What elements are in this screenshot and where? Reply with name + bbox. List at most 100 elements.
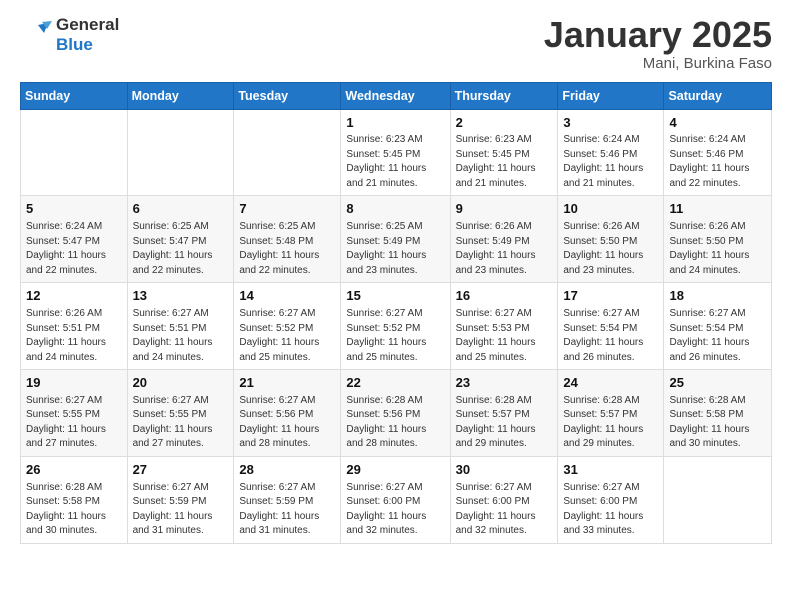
- week-row-3: 12 Sunrise: 6:26 AM Sunset: 5:51 PM Dayli…: [21, 283, 772, 370]
- day-number: 16: [456, 287, 553, 306]
- day-cell: 25Sunrise: 6:28 AM Sunset: 5:58 PM Dayli…: [664, 370, 772, 457]
- day-number: 28: [239, 461, 335, 480]
- logo: General Blue: [20, 15, 119, 54]
- day-info: Sunrise: 6:27 AM Sunset: 5:55 PM Dayligh…: [26, 395, 106, 450]
- day-number: 30: [456, 461, 553, 480]
- day-cell: 5Sunrise: 6:24 AM Sunset: 5:47 PM Daylig…: [21, 196, 128, 283]
- day-cell: 8 Sunrise: 6:25 AM Sunset: 5:49 PM Daylig…: [341, 196, 450, 283]
- day-number: 20: [133, 374, 229, 393]
- weekday-header-tuesday: Tuesday: [234, 82, 341, 109]
- week-row-4: 19Sunrise: 6:27 AM Sunset: 5:55 PM Dayli…: [21, 370, 772, 457]
- day-cell: 2Sunrise: 6:23 AM Sunset: 5:45 PM Daylig…: [450, 109, 558, 196]
- day-number: 3: [563, 114, 658, 133]
- month-title: January 2025: [544, 15, 772, 55]
- day-cell: 28 Sunrise: 6:27 AM Sunset: 5:59 PM Dayli…: [234, 456, 341, 543]
- day-number: 4: [669, 114, 766, 133]
- weekday-header-friday: Friday: [558, 82, 664, 109]
- day-info: Sunrise: 6:25 AM Sunset: 5:49 PM Dayligh…: [346, 221, 426, 276]
- page: General Blue January 2025 Mani, Burkina …: [0, 0, 792, 612]
- day-cell: 29Sunrise: 6:27 AM Sunset: 6:00 PM Dayli…: [341, 456, 450, 543]
- day-cell: 13 Sunrise: 6:27 AM Sunset: 5:51 PM Dayli…: [127, 283, 234, 370]
- day-cell: 6 Sunrise: 6:25 AM Sunset: 5:47 PM Daylig…: [127, 196, 234, 283]
- day-cell: [234, 109, 341, 196]
- day-number: 24: [563, 374, 658, 393]
- day-info: Sunrise: 6:25 AM Sunset: 5:48 PM Dayligh…: [239, 221, 319, 276]
- weekday-header-sunday: Sunday: [21, 82, 128, 109]
- day-number: 26: [26, 461, 122, 480]
- day-info: Sunrise: 6:27 AM Sunset: 5:54 PM Dayligh…: [669, 308, 749, 363]
- day-info: Sunrise: 6:26 AM Sunset: 5:49 PM Dayligh…: [456, 221, 536, 276]
- day-info: Sunrise: 6:23 AM Sunset: 5:45 PM Dayligh…: [346, 134, 426, 189]
- logo-text-blue: Blue: [56, 35, 119, 55]
- day-cell: 26 Sunrise: 6:28 AM Sunset: 5:58 PM Dayli…: [21, 456, 128, 543]
- day-info: Sunrise: 6:27 AM Sunset: 5:51 PM Dayligh…: [133, 308, 213, 363]
- week-row-2: 5Sunrise: 6:24 AM Sunset: 5:47 PM Daylig…: [21, 196, 772, 283]
- day-cell: 17 Sunrise: 6:27 AM Sunset: 5:54 PM Dayli…: [558, 283, 664, 370]
- day-cell: 10 Sunrise: 6:26 AM Sunset: 5:50 PM Dayli…: [558, 196, 664, 283]
- logo-bird-icon: [20, 19, 52, 51]
- weekday-header-row: SundayMondayTuesdayWednesdayThursdayFrid…: [21, 82, 772, 109]
- day-number: 5: [26, 200, 122, 219]
- day-number: 27: [133, 461, 229, 480]
- day-cell: 9 Sunrise: 6:26 AM Sunset: 5:49 PM Daylig…: [450, 196, 558, 283]
- day-cell: 15 Sunrise: 6:27 AM Sunset: 5:52 PM Dayli…: [341, 283, 450, 370]
- day-info: Sunrise: 6:26 AM Sunset: 5:50 PM Dayligh…: [563, 221, 643, 276]
- weekday-header-saturday: Saturday: [664, 82, 772, 109]
- day-info: Sunrise: 6:24 AM Sunset: 5:46 PM Dayligh…: [563, 134, 643, 189]
- day-cell: [664, 456, 772, 543]
- logo-container: General Blue: [20, 15, 119, 54]
- week-row-1: 1Sunrise: 6:23 AM Sunset: 5:45 PM Daylig…: [21, 109, 772, 196]
- day-cell: 20 Sunrise: 6:27 AM Sunset: 5:55 PM Dayli…: [127, 370, 234, 457]
- day-number: 14: [239, 287, 335, 306]
- day-number: 22: [346, 374, 444, 393]
- day-info: Sunrise: 6:27 AM Sunset: 6:00 PM Dayligh…: [346, 482, 426, 537]
- day-info: Sunrise: 6:28 AM Sunset: 5:56 PM Dayligh…: [346, 395, 426, 450]
- day-number: 21: [239, 374, 335, 393]
- day-cell: 3Sunrise: 6:24 AM Sunset: 5:46 PM Daylig…: [558, 109, 664, 196]
- day-number: 18: [669, 287, 766, 306]
- calendar-table: SundayMondayTuesdayWednesdayThursdayFrid…: [20, 82, 772, 544]
- day-number: 31: [563, 461, 658, 480]
- logo-text-general: General: [56, 15, 119, 35]
- day-cell: 1Sunrise: 6:23 AM Sunset: 5:45 PM Daylig…: [341, 109, 450, 196]
- day-info: Sunrise: 6:28 AM Sunset: 5:57 PM Dayligh…: [563, 395, 643, 450]
- day-number: 9: [456, 200, 553, 219]
- day-cell: 12 Sunrise: 6:26 AM Sunset: 5:51 PM Dayli…: [21, 283, 128, 370]
- day-cell: [127, 109, 234, 196]
- weekday-header-wednesday: Wednesday: [341, 82, 450, 109]
- day-info: Sunrise: 6:27 AM Sunset: 5:56 PM Dayligh…: [239, 395, 319, 450]
- day-number: 10: [563, 200, 658, 219]
- day-info: Sunrise: 6:28 AM Sunset: 5:58 PM Dayligh…: [26, 482, 106, 537]
- day-info: Sunrise: 6:26 AM Sunset: 5:50 PM Dayligh…: [669, 221, 749, 276]
- day-info: Sunrise: 6:28 AM Sunset: 5:58 PM Dayligh…: [669, 395, 749, 450]
- day-cell: 30 Sunrise: 6:27 AM Sunset: 6:00 PM Dayli…: [450, 456, 558, 543]
- day-info: Sunrise: 6:27 AM Sunset: 5:52 PM Dayligh…: [239, 308, 319, 363]
- day-number: 13: [133, 287, 229, 306]
- weekday-header-thursday: Thursday: [450, 82, 558, 109]
- day-info: Sunrise: 6:27 AM Sunset: 5:59 PM Dayligh…: [239, 482, 319, 537]
- day-info: Sunrise: 6:27 AM Sunset: 5:55 PM Dayligh…: [133, 395, 213, 450]
- title-block: January 2025 Mani, Burkina Faso: [544, 15, 772, 72]
- day-cell: 14 Sunrise: 6:27 AM Sunset: 5:52 PM Dayli…: [234, 283, 341, 370]
- day-info: Sunrise: 6:26 AM Sunset: 5:51 PM Dayligh…: [26, 308, 106, 363]
- day-info: Sunrise: 6:27 AM Sunset: 5:54 PM Dayligh…: [563, 308, 643, 363]
- day-info: Sunrise: 6:23 AM Sunset: 5:45 PM Dayligh…: [456, 134, 536, 189]
- header: General Blue January 2025 Mani, Burkina …: [20, 15, 772, 72]
- day-cell: 24 Sunrise: 6:28 AM Sunset: 5:57 PM Dayli…: [558, 370, 664, 457]
- day-cell: 18 Sunrise: 6:27 AM Sunset: 5:54 PM Dayli…: [664, 283, 772, 370]
- day-number: 15: [346, 287, 444, 306]
- day-number: 17: [563, 287, 658, 306]
- day-cell: 4Sunrise: 6:24 AM Sunset: 5:46 PM Daylig…: [664, 109, 772, 196]
- weekday-header-monday: Monday: [127, 82, 234, 109]
- day-info: Sunrise: 6:27 AM Sunset: 6:00 PM Dayligh…: [456, 482, 536, 537]
- day-number: 8: [346, 200, 444, 219]
- day-number: 7: [239, 200, 335, 219]
- day-cell: 21 Sunrise: 6:27 AM Sunset: 5:56 PM Dayli…: [234, 370, 341, 457]
- day-info: Sunrise: 6:27 AM Sunset: 5:52 PM Dayligh…: [346, 308, 426, 363]
- day-cell: 31Sunrise: 6:27 AM Sunset: 6:00 PM Dayli…: [558, 456, 664, 543]
- day-number: 12: [26, 287, 122, 306]
- day-number: 6: [133, 200, 229, 219]
- day-cell: 16Sunrise: 6:27 AM Sunset: 5:53 PM Dayli…: [450, 283, 558, 370]
- day-info: Sunrise: 6:25 AM Sunset: 5:47 PM Dayligh…: [133, 221, 213, 276]
- day-number: 23: [456, 374, 553, 393]
